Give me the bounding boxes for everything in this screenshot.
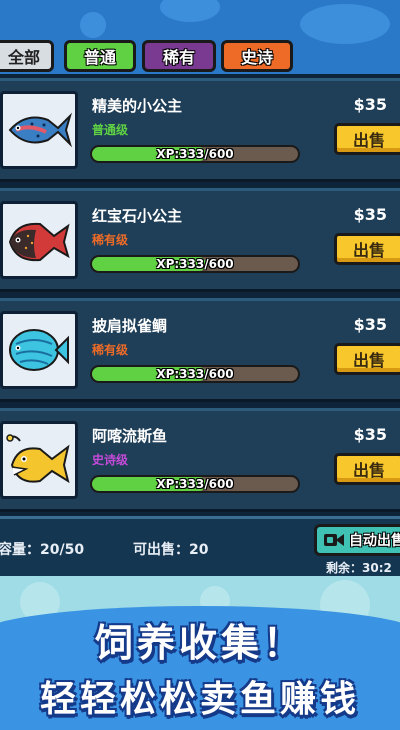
fish-card: 阿喀流斯鱼 史诗级 XP:333/600 $35 出售 <box>0 408 400 512</box>
xp-text: XP:333/600 <box>156 367 234 381</box>
fish-thumbnail <box>0 91 78 169</box>
xp-bar: XP:333/600 <box>90 475 300 493</box>
fish-card: 红宝石小公主 稀有级 XP:333/600 $35 出售 <box>0 188 400 292</box>
auto-sell-label: 自动出售 <box>349 533 400 549</box>
fish-card: 披肩拟雀鲷 稀有级 XP:333/600 $35 出售 <box>0 298 400 402</box>
fish-list[interactable]: 精美的小公主 普通级 XP:333/600 $35 出售 红宝石小公主 稀有级 … <box>0 74 400 516</box>
promo-headline: 饲养收集！ <box>94 621 305 665</box>
fish-cyan-icon <box>9 329 69 371</box>
remaining-timer: 剩余：30:2 <box>326 561 392 575</box>
sell-button[interactable]: 出售 <box>334 343 400 375</box>
status-bar: 容量：20/50 可出售：20 自动出售 剩余：30:2 <box>0 516 400 576</box>
tab-rare[interactable]: 稀有 <box>142 40 216 72</box>
xp-text: XP:333/600 <box>156 257 234 271</box>
fish-rarity: 稀有级 <box>92 233 129 247</box>
promo-subheadline: 轻轻松松卖鱼赚钱 <box>39 679 360 720</box>
xp-text: XP:333/600 <box>156 477 234 491</box>
xp-bar: XP:333/600 <box>90 145 300 163</box>
bubble-decoration <box>80 12 106 38</box>
fish-price: $35 <box>353 205 387 224</box>
bubble-decoration <box>300 4 390 44</box>
fish-price: $35 <box>353 95 387 114</box>
rarity-tabs: 全部 普通 稀有 史诗 <box>0 40 400 74</box>
fish-name: 精美的小公主 <box>92 97 183 115</box>
promo-banner: 饲养收集！ 轻轻松松卖鱼赚钱 <box>0 576 400 730</box>
fish-price: $35 <box>353 425 387 444</box>
video-camera-icon <box>324 534 344 546</box>
fish-rarity: 普通级 <box>92 123 129 137</box>
capacity-text: 容量：20/50 <box>0 542 85 558</box>
fish-rarity: 稀有级 <box>92 343 129 357</box>
fish-thumbnail <box>0 421 78 499</box>
sellable-count: 可出售：20 <box>133 542 209 558</box>
fish-ruby-icon <box>8 222 70 262</box>
fish-price: $35 <box>353 315 387 334</box>
anglerfish-icon <box>6 434 70 484</box>
sell-button[interactable]: 出售 <box>334 453 400 485</box>
fish-blue-icon <box>8 112 72 148</box>
fish-thumbnail <box>0 201 78 279</box>
fish-card: 精美的小公主 普通级 XP:333/600 $35 出售 <box>0 78 400 182</box>
auto-sell-button[interactable]: 自动出售 <box>314 524 400 556</box>
xp-text: XP:333/600 <box>156 147 234 161</box>
fish-name: 阿喀流斯鱼 <box>92 427 168 445</box>
xp-bar: XP:333/600 <box>90 255 300 273</box>
tab-all[interactable]: 全部 <box>0 40 54 72</box>
fish-name: 红宝石小公主 <box>92 207 183 225</box>
fish-name: 披肩拟雀鲷 <box>92 317 168 335</box>
fish-rarity: 史诗级 <box>92 453 129 467</box>
xp-bar: XP:333/600 <box>90 365 300 383</box>
sell-button[interactable]: 出售 <box>334 123 400 155</box>
tab-common[interactable]: 普通 <box>64 40 136 72</box>
tab-epic[interactable]: 史诗 <box>221 40 293 72</box>
bubble-decoration <box>160 0 220 22</box>
sell-button[interactable]: 出售 <box>334 233 400 265</box>
fish-thumbnail <box>0 311 78 389</box>
